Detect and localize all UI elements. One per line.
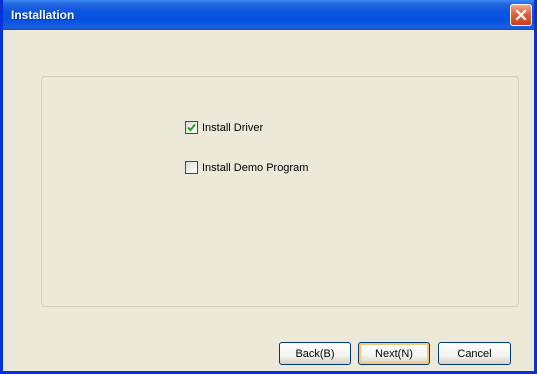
close-button[interactable]	[510, 4, 532, 26]
back-button[interactable]: Back(B)	[279, 342, 351, 365]
install-demo-label: Install Demo Program	[202, 161, 309, 174]
install-demo-checkbox[interactable]	[185, 161, 198, 174]
install-driver-checkbox[interactable]	[185, 121, 198, 134]
cancel-button[interactable]: Cancel	[438, 342, 511, 365]
close-icon	[515, 9, 527, 21]
checkmark-icon	[187, 123, 196, 132]
install-driver-label: Install Driver	[202, 121, 264, 134]
install-demo-option[interactable]: Install Demo Program	[185, 161, 308, 174]
install-driver-option[interactable]: Install Driver	[185, 121, 263, 134]
window-title: Installation	[11, 8, 75, 22]
next-button[interactable]: Next(N)	[358, 342, 430, 365]
title-bar[interactable]: Installation	[3, 0, 534, 30]
options-group	[41, 76, 519, 307]
installation-window: Installation Install Driver Install Demo…	[0, 0, 537, 374]
